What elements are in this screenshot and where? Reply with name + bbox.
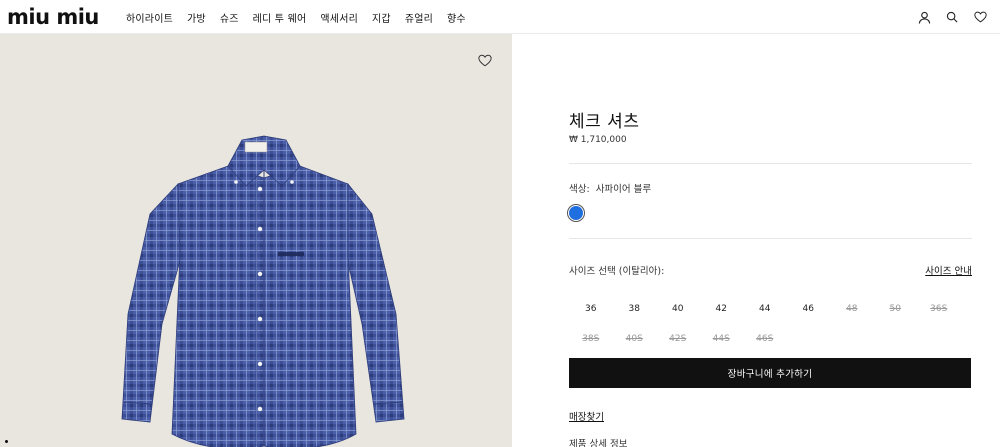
nav-item-fragrance[interactable]: 향수 — [447, 10, 466, 25]
size-option-40[interactable]: 40 — [656, 304, 700, 314]
size-option-50[interactable]: 50 — [874, 304, 918, 314]
wishlist-heart-icon[interactable] — [478, 52, 496, 68]
search-icon[interactable] — [944, 9, 960, 25]
nav-item-shoes[interactable]: 슈즈 — [220, 10, 239, 25]
product-info-toggle[interactable]: 제품 상세 정보 — [569, 436, 627, 447]
nav-item-bags[interactable]: 가방 — [187, 10, 206, 25]
carousel-dot[interactable] — [5, 440, 8, 443]
miu-miu-logo[interactable]: miu miu — [7, 7, 109, 27]
size-option-48[interactable]: 48 — [830, 304, 874, 314]
swatch-fill — [569, 206, 583, 220]
store-finder-link[interactable]: 매장찾기 — [569, 409, 604, 423]
size-option-46s[interactable]: 46S — [743, 334, 787, 344]
nav-item-accessories[interactable]: 액세서리 — [320, 10, 358, 25]
color-label: 색상: — [569, 184, 590, 195]
nav-item-jewelry[interactable]: 쥬얼리 — [405, 10, 433, 25]
size-select-label: 사이즈 선택 (이탈리아): — [569, 266, 665, 277]
size-option-44[interactable]: 44 — [743, 304, 787, 314]
add-to-cart-button[interactable]: 장바구니에 추가하기 — [569, 358, 971, 388]
product-detail-panel: 체크 셔츠 ₩ 1,710,000 색상: 사파이어 블루 사이즈 선택 (이탈리… — [512, 34, 1000, 447]
size-row: 38S 40S 42S 44S 46S — [569, 324, 979, 354]
logo-text: miu miu — [7, 7, 99, 27]
size-option-38[interactable]: 38 — [613, 304, 657, 314]
color-swatch-sapphire-blue[interactable] — [567, 204, 585, 222]
heart-icon[interactable] — [972, 9, 988, 25]
size-guide-link[interactable]: 사이즈 안내 — [925, 263, 972, 277]
size-option-42s[interactable]: 42S — [656, 334, 700, 344]
size-option-36s[interactable]: 36S — [917, 304, 961, 314]
product-title: 체크 셔츠 — [569, 112, 640, 132]
main-nav: 하이라이트 가방 슈즈 레디 투 웨어 액세서리 지갑 쥬얼리 향수 — [126, 0, 480, 34]
nav-item-wallets[interactable]: 지갑 — [372, 10, 391, 25]
nav-item-highlights[interactable]: 하이라이트 — [126, 10, 173, 25]
size-row: 36 38 40 42 44 46 48 50 36S — [569, 294, 979, 324]
user-icon[interactable] — [916, 9, 932, 25]
product-image-panel — [0, 34, 512, 447]
size-option-46[interactable]: 46 — [787, 304, 831, 314]
size-option-42[interactable]: 42 — [700, 304, 744, 314]
site-header: miu miu 하이라이트 가방 슈즈 레디 투 웨어 액세서리 지갑 쥬얼리 … — [0, 0, 1000, 34]
size-option-40s[interactable]: 40S — [613, 334, 657, 344]
size-options: 36 38 40 42 44 46 48 50 36S 38S 40S 42S … — [569, 294, 979, 354]
size-option-38s[interactable]: 38S — [569, 334, 613, 344]
header-actions — [916, 0, 988, 34]
nav-item-ready-to-wear[interactable]: 레디 투 웨어 — [253, 10, 307, 25]
size-option-36[interactable]: 36 — [569, 304, 613, 314]
product-price: ₩ 1,710,000 — [569, 135, 627, 145]
product-image-shirt[interactable] — [110, 134, 420, 447]
color-value: 사파이어 블루 — [595, 184, 652, 195]
size-option-44s[interactable]: 44S — [700, 334, 744, 344]
divider — [569, 163, 972, 164]
color-info: 색상: 사파이어 블루 — [569, 181, 651, 195]
divider — [569, 238, 972, 239]
